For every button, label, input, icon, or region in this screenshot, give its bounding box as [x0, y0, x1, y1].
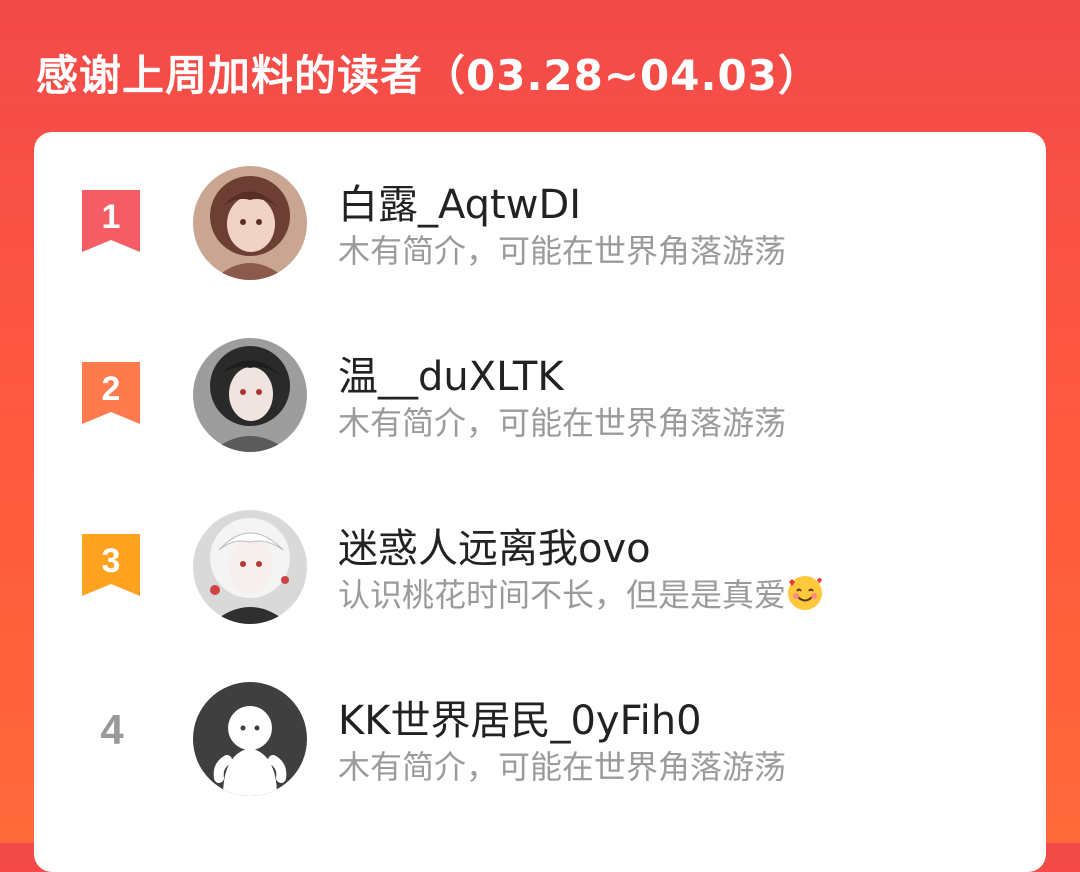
- reader-row-3[interactable]: 3 迷惑人远离我ovo 认识桃花时间不长，但是是真爱: [34, 476, 1046, 626]
- reader-name[interactable]: 白露_AqtwDI: [338, 172, 581, 230]
- avatar-default-ghost[interactable]: [193, 682, 307, 796]
- reader-row-1[interactable]: 1 白露_AqtwDI 木有简介，可能在世界角落游荡: [34, 132, 1046, 282]
- rank-badge-3: 3: [82, 534, 140, 596]
- rank-number-2: 2: [102, 370, 121, 408]
- rank-badge-2: 2: [82, 362, 140, 424]
- reader-bio: 木有简介，可能在世界角落游荡: [338, 404, 787, 442]
- reader-bio: 认识桃花时间不长，但是是真爱: [338, 570, 824, 616]
- reader-bio: 木有简介，可能在世界角落游荡: [338, 748, 787, 786]
- reader-list-card: 1 白露_AqtwDI 木有简介，可能在世界角落游荡 2 温__duXLTK 木…: [34, 132, 1046, 872]
- rank-number-1: 1: [102, 198, 121, 236]
- reader-name[interactable]: KK世界居民_0yFih0: [338, 688, 702, 746]
- rank-number-4: 4: [100, 706, 124, 753]
- reader-name[interactable]: 温__duXLTK: [338, 344, 564, 402]
- avatar-anime-girl-2[interactable]: [193, 338, 307, 452]
- avatar-anime-girl-1[interactable]: [193, 166, 307, 280]
- rank-number-3: 3: [102, 542, 121, 580]
- reader-row-2[interactable]: 2 温__duXLTK 木有简介，可能在世界角落游荡: [34, 304, 1046, 454]
- rank-badge-1: 1: [82, 190, 140, 252]
- smiling-face-with-hearts-icon: [786, 574, 824, 612]
- reader-name[interactable]: 迷惑人远离我ovo: [338, 516, 651, 574]
- reader-bio-text: 认识桃花时间不长，但是是真爱: [338, 576, 787, 614]
- page-title: 感谢上周加料的读者（03.28~04.03）: [36, 51, 821, 100]
- reader-row-4[interactable]: 4 KK世界居民_0yFih0 木有简介，可能在世界角落游荡: [34, 648, 1046, 798]
- reader-bio: 木有简介，可能在世界角落游荡: [338, 232, 787, 270]
- avatar-anime-girl-3[interactable]: [193, 510, 307, 624]
